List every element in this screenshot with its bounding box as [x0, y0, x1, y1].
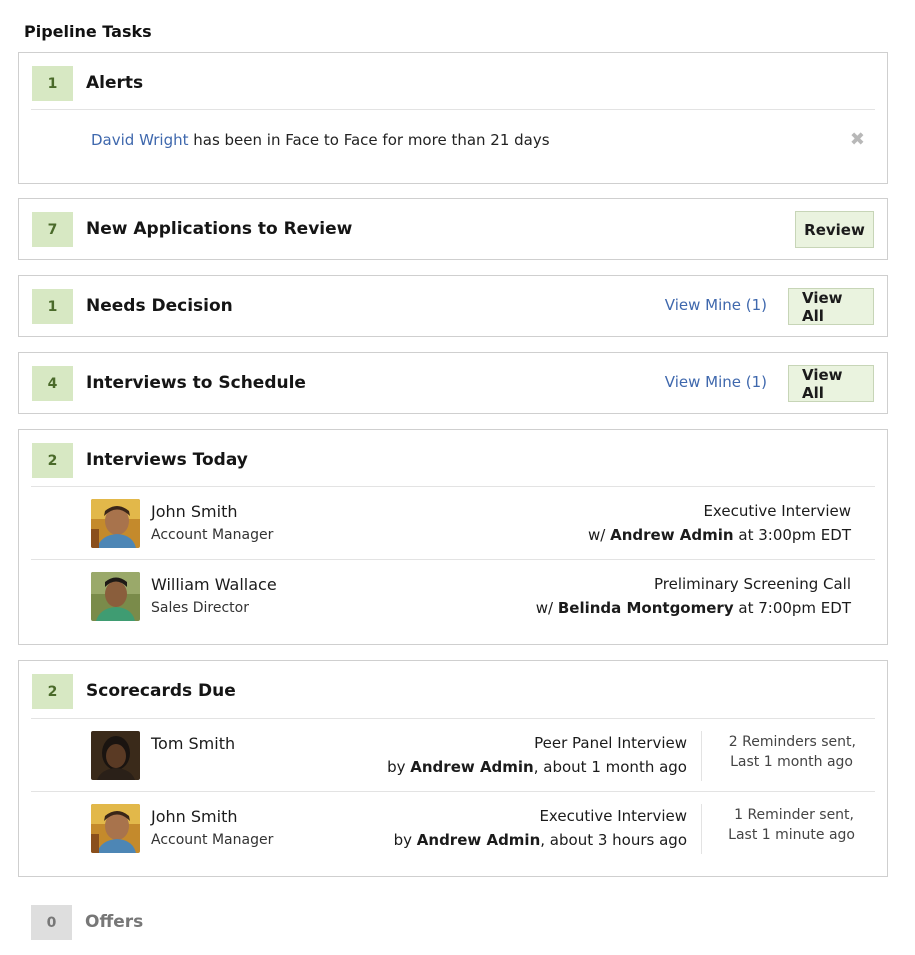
needs-decision-panel: 1 Needs Decision View Mine (1) View All [18, 275, 888, 337]
avatar[interactable] [91, 572, 140, 621]
interview-type: Executive Interview [703, 502, 851, 520]
offers-title[interactable]: Offers [85, 912, 143, 932]
scorecards-due-panel: 2 Scorecards Due Tom Smith Peer Panel In… [18, 660, 888, 877]
avatar[interactable] [91, 731, 140, 780]
interview-details: w/ Andrew Admin at 3:00pm EDT [588, 526, 851, 544]
scorecard-interview-type: Executive Interview [539, 807, 687, 825]
divider [31, 791, 875, 792]
interviews-to-schedule-count-badge: 4 [32, 366, 73, 401]
candidate-name[interactable]: John Smith [151, 502, 237, 521]
candidate-role: Account Manager [151, 527, 274, 543]
needs-decision-view-mine-link[interactable]: View Mine (1) [665, 296, 767, 314]
reminder-count: 2 Reminders sent, [728, 734, 856, 750]
interviews-to-schedule-view-mine-link[interactable]: View Mine (1) [665, 373, 767, 391]
alert-text: has been in Face to Face for more than 2… [188, 131, 550, 149]
scorecard-details: by Andrew Admin, about 3 hours ago [393, 831, 687, 849]
interviews-to-schedule-title: Interviews to Schedule [86, 373, 306, 393]
interviews-to-schedule-view-all-button[interactable]: View All [788, 365, 874, 402]
divider [31, 486, 875, 487]
candidate-role: Account Manager [151, 832, 274, 848]
new-applications-count-badge: 7 [32, 212, 73, 247]
avatar[interactable] [91, 804, 140, 853]
new-applications-title: New Applications to Review [86, 219, 353, 239]
interviewer-name: Belinda Montgomery [557, 599, 734, 617]
column-divider [701, 804, 702, 854]
interview-details: w/ Belinda Montgomery at 7:00pm EDT [535, 599, 851, 617]
interviews-today-title: Interviews Today [86, 450, 248, 470]
column-divider [701, 731, 702, 781]
candidate-name[interactable]: Tom Smith [151, 734, 235, 753]
review-button[interactable]: Review [795, 211, 874, 248]
new-applications-panel: 7 New Applications to Review Review [18, 198, 888, 260]
alerts-title: Alerts [86, 73, 144, 93]
offers-count-badge: 0 [31, 905, 72, 940]
needs-decision-count-badge: 1 [32, 289, 73, 324]
alert-message: David Wright has been in Face to Face fo… [91, 131, 550, 149]
scorecards-due-count-badge: 2 [32, 674, 73, 709]
interviewer-name: Andrew Admin [610, 526, 734, 544]
alert-person-link[interactable]: David Wright [91, 131, 188, 149]
alerts-count-badge: 1 [32, 66, 73, 101]
avatar[interactable] [91, 499, 140, 548]
scorecard-interview-type: Peer Panel Interview [534, 734, 687, 752]
close-icon[interactable]: ✖ [850, 129, 865, 150]
needs-decision-title: Needs Decision [86, 296, 233, 316]
divider [31, 109, 875, 110]
divider [31, 718, 875, 719]
scorecards-due-title: Scorecards Due [86, 681, 236, 701]
page-title: Pipeline Tasks [24, 22, 152, 41]
alerts-header: 1 Alerts [19, 53, 887, 113]
reminder-last: Last 1 minute ago [728, 827, 855, 843]
candidate-name[interactable]: John Smith [151, 807, 237, 826]
candidate-name[interactable]: William Wallace [151, 575, 277, 594]
interviews-today-panel: 2 Interviews Today John Smith Account Ma… [18, 429, 888, 645]
interviews-to-schedule-panel: 4 Interviews to Schedule View Mine (1) V… [18, 352, 888, 414]
divider [31, 559, 875, 560]
reminder-last: Last 1 month ago [730, 754, 853, 770]
interviews-today-count-badge: 2 [32, 443, 73, 478]
interviewer-name: Andrew Admin [416, 831, 541, 849]
candidate-role: Sales Director [151, 600, 249, 616]
reminder-count: 1 Reminder sent, [734, 807, 854, 823]
interview-type: Preliminary Screening Call [653, 575, 851, 593]
scorecard-details: by Andrew Admin, about 1 month ago [387, 758, 687, 776]
interviewer-name: Andrew Admin [410, 758, 534, 776]
needs-decision-view-all-button[interactable]: View All [788, 288, 874, 325]
alerts-panel: 1 Alerts David Wright has been in Face t… [18, 52, 888, 184]
